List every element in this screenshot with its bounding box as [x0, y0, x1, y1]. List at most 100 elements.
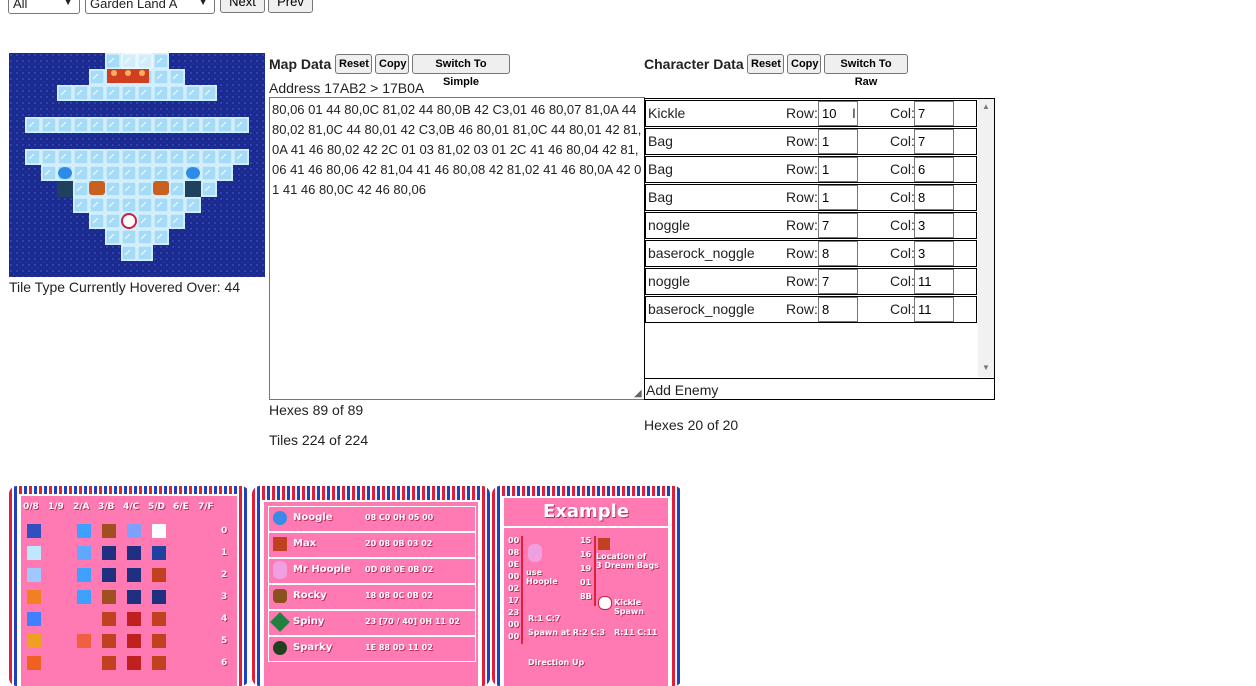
next-button[interactable]: Next — [220, 0, 265, 13]
switch-to-raw-button[interactable]: Switch To Raw — [824, 54, 908, 88]
character-hex-count: Hexes 20 of 20 — [644, 417, 739, 433]
col-input[interactable] — [914, 157, 954, 182]
col-label: Col: — [890, 189, 915, 205]
tile-header: 3/B — [98, 502, 115, 512]
character-row: noggle Row: Col: — [645, 268, 977, 295]
row-label: Row: — [786, 161, 818, 177]
character-name: baserock_noggle — [648, 301, 755, 317]
text-cursor-icon: I — [852, 105, 856, 121]
col-input[interactable] — [914, 185, 954, 210]
hoople-icon — [528, 544, 542, 562]
map-data-title: Map Data — [269, 56, 332, 72]
tile-row-number: 1 — [221, 548, 228, 558]
col-label: Col: — [890, 245, 915, 261]
tile-header: 1/9 — [48, 502, 64, 512]
row-label: Row: — [786, 273, 818, 289]
row-input[interactable] — [818, 269, 858, 294]
tile-header: 4/C — [123, 502, 140, 512]
row-label: Row: — [786, 245, 818, 261]
character-row: baserock_noggle Row: Col: — [645, 240, 977, 267]
map-hex-textarea[interactable]: 80,06 01 44 80,0C 81,02 44 80,0B 42 C3,0… — [269, 97, 645, 400]
tile-row-number: 4 — [221, 614, 228, 624]
col-label: Col: — [890, 273, 915, 289]
tile-header: 2/A — [73, 502, 90, 512]
example-code: 00 — [508, 632, 520, 641]
example-code: 01 — [580, 578, 592, 587]
tile-row-numbers: 0 1 2 3 4 5 6 — [221, 526, 227, 680]
character-name: Bag — [648, 161, 673, 177]
enemy-name: Mr Hoople — [293, 564, 351, 575]
col-input[interactable] — [914, 297, 954, 322]
tile-header: 0/8 — [23, 502, 39, 512]
enemy-name: Noogle — [293, 512, 333, 523]
hover-tile-label: Tile Type Currently Hovered Over: 44 — [9, 279, 241, 295]
level-select[interactable]: Garden Land A ▼ — [85, 0, 215, 14]
row-input[interactable] — [818, 241, 858, 266]
example-left-codes: 00 08 0E 00 02 17 23 00 00 — [508, 536, 524, 644]
filter-select[interactable]: All ▼ — [8, 0, 80, 14]
row-label: Row: — [786, 133, 818, 149]
enemy-code: 18 08 0C 0B 02 — [365, 591, 433, 600]
example-chart-panel: Example 00 08 0E 00 02 17 23 00 00 use H… — [492, 486, 682, 686]
example-code: 02 — [508, 584, 520, 593]
col-input[interactable] — [914, 213, 954, 238]
col-input[interactable] — [914, 241, 954, 266]
example-code: 19 — [580, 564, 592, 573]
example-code: 16 — [580, 550, 592, 559]
tile-header: 7/F — [198, 502, 214, 512]
map-hex-count: Hexes 89 of 89 — [269, 402, 364, 418]
level-select-value: Garden Land A — [90, 0, 178, 11]
row-input[interactable] — [818, 185, 858, 210]
rocky-icon — [273, 589, 287, 603]
enemy-name: Spiny — [293, 616, 325, 627]
tile-row-number: 5 — [221, 636, 228, 646]
tile-row-number: 0 — [221, 526, 228, 536]
row-input[interactable] — [818, 297, 858, 322]
kickle-icon — [598, 596, 612, 610]
enemy-code: 08 C0 0H 05 00 — [365, 513, 434, 522]
map-render — [9, 53, 265, 277]
character-name: Bag — [648, 133, 673, 149]
col-label: Col: — [890, 217, 915, 233]
col-label: Col: — [890, 301, 915, 317]
character-name: noggle — [648, 273, 691, 289]
character-row: Bag Row: Col: — [645, 156, 977, 183]
map-canvas[interactable] — [9, 53, 265, 277]
col-label: Col: — [890, 105, 915, 121]
enemy-entry: Noogle 08 C0 0H 05 00 — [268, 506, 476, 532]
character-data-reset-button[interactable]: Reset — [747, 54, 784, 74]
tile-header: 5/D — [148, 502, 166, 512]
max-icon — [273, 537, 287, 551]
col-input[interactable] — [914, 101, 954, 126]
example-code: 08 — [508, 548, 520, 557]
enemy-code: 23 [70 / 40] 0H 11 02 — [365, 617, 460, 626]
example-note-location: Location of 3 Dream Bags — [596, 552, 659, 570]
row-input[interactable] — [818, 157, 858, 182]
scroll-up-icon[interactable]: ▲ — [982, 102, 990, 111]
character-list[interactable]: Kickle Row: Col: Bag Row: Col: Bag Row: … — [644, 98, 995, 400]
col-input[interactable] — [914, 269, 954, 294]
filter-select-value: All — [13, 0, 28, 11]
enemy-entry: Rocky 18 08 0C 0B 02 — [268, 584, 476, 610]
dream-bag-sprites — [107, 69, 149, 83]
prev-button[interactable]: Prev — [268, 0, 313, 13]
map-data-reset-button[interactable]: Reset — [335, 54, 372, 74]
sparky-icon — [273, 641, 287, 655]
noogle-icon — [273, 511, 287, 525]
character-row: Kickle Row: Col: — [645, 100, 977, 127]
example-code: 0E — [508, 560, 520, 569]
switch-to-simple-button[interactable]: Switch To Simple — [412, 54, 510, 88]
enemy-code: 0D 08 0E 0B 02 — [365, 565, 434, 574]
map-data-copy-button[interactable]: Copy — [375, 54, 409, 74]
character-list-scrollbar[interactable]: ▲ ▼ — [978, 99, 994, 377]
add-enemy-button[interactable]: Add Enemy — [645, 378, 994, 399]
resize-handle-icon[interactable]: ◢ — [634, 388, 642, 399]
row-input[interactable] — [818, 213, 858, 238]
col-input[interactable] — [914, 129, 954, 154]
row-input[interactable] — [818, 129, 858, 154]
scroll-down-icon[interactable]: ▼ — [982, 363, 990, 372]
dream-bag-icon — [598, 538, 610, 550]
enemy-name: Rocky — [293, 590, 327, 601]
character-data-copy-button[interactable]: Copy — [787, 54, 821, 74]
example-title: Example — [542, 501, 630, 522]
